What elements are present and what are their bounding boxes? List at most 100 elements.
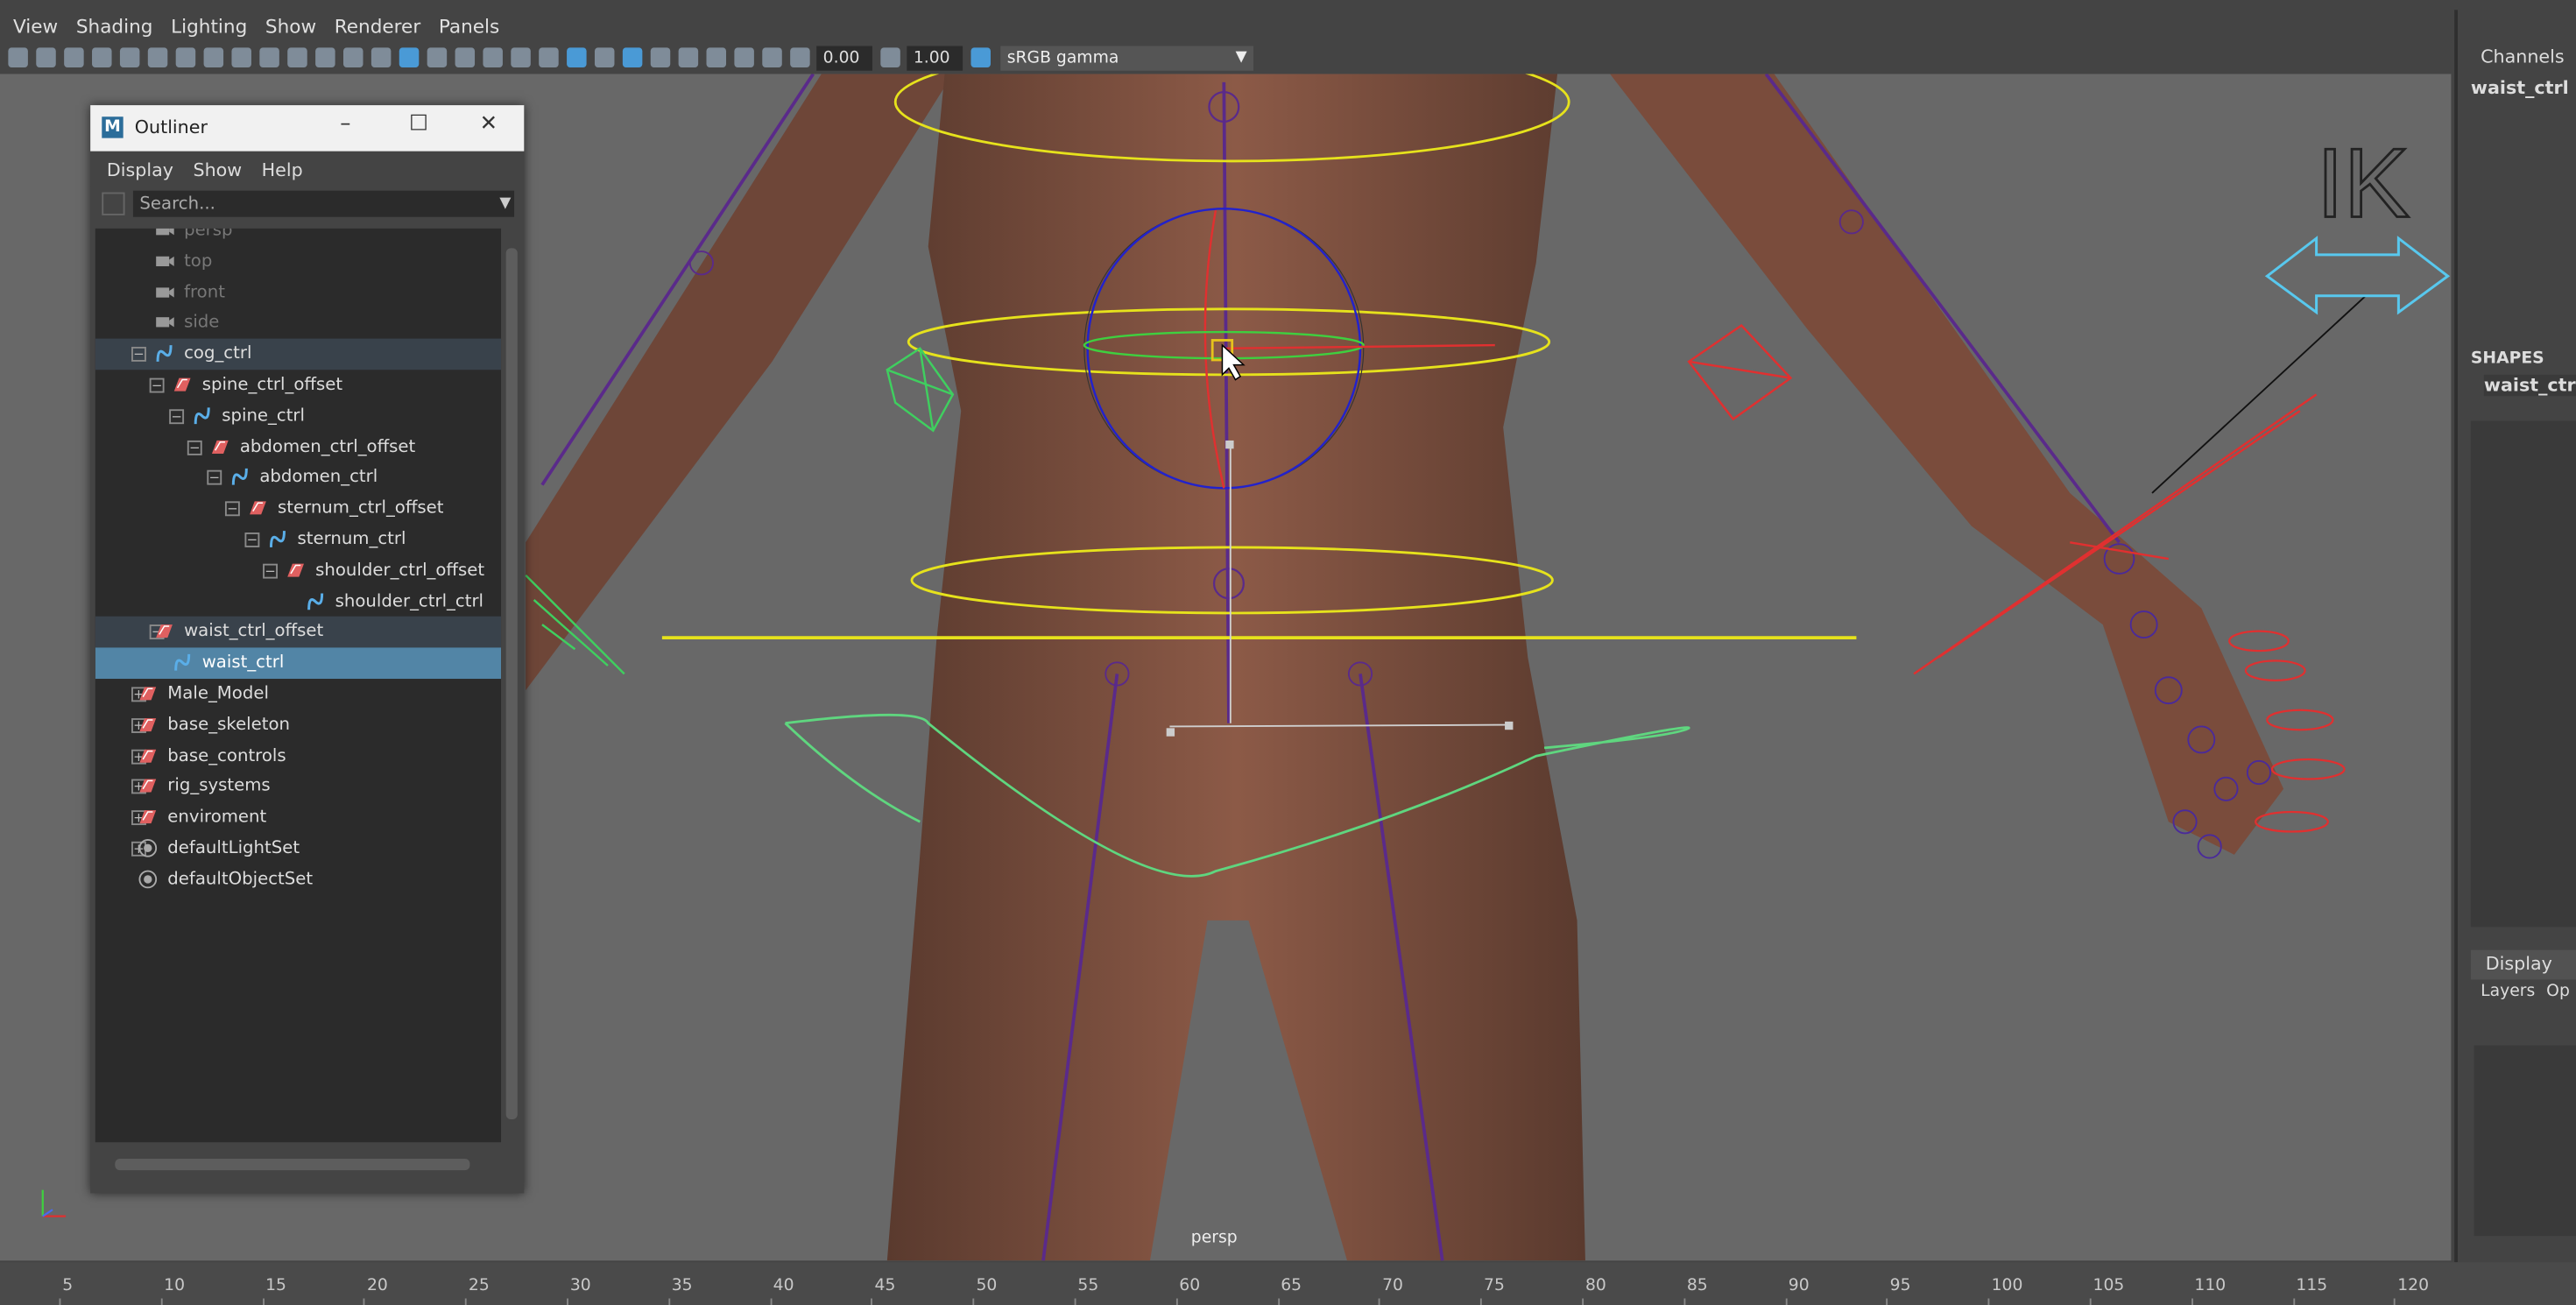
menu-view[interactable]: View: [13, 15, 58, 38]
outliner-item[interactable]: − cog_ctrl: [95, 338, 502, 370]
2d-pan-icon[interactable]: [119, 47, 140, 67]
camera-attributes-icon[interactable]: [36, 47, 56, 67]
display-tab[interactable]: Display: [2470, 949, 2576, 980]
minimize-button[interactable]: –: [340, 112, 350, 137]
ik-switch-line: [2151, 295, 2367, 494]
shadows-icon[interactable]: [539, 47, 559, 67]
exposure-field[interactable]: 0.00: [816, 45, 872, 70]
outliner-menu-show[interactable]: Show: [193, 159, 242, 180]
outliner-item[interactable]: front: [95, 277, 501, 308]
exposure-icon[interactable]: [790, 47, 810, 67]
grease-pencil-icon[interactable]: [147, 47, 168, 67]
outliner-titlebar[interactable]: M Outliner – ☐ ✕: [90, 105, 525, 152]
collapse-icon[interactable]: −: [263, 563, 278, 579]
motion-blur-icon[interactable]: [594, 47, 615, 67]
safe-title-icon[interactable]: [343, 47, 363, 67]
outliner-item[interactable]: + base_controls: [95, 741, 501, 772]
shape-name[interactable]: waist_ctrlS: [2483, 374, 2576, 397]
menu-lighting[interactable]: Lighting: [171, 15, 247, 38]
maximize-button[interactable]: ☐: [409, 112, 428, 137]
outliner-item[interactable]: − abdomen_ctrl: [95, 462, 501, 494]
close-button[interactable]: ✕: [480, 112, 498, 137]
channel-object-name[interactable]: waist_ctrl: [2471, 77, 2569, 98]
textured-icon[interactable]: [483, 47, 503, 67]
gamma-icon[interactable]: [880, 47, 900, 67]
search-options-icon[interactable]: ▼: [499, 195, 511, 212]
smooth-shade-icon[interactable]: [399, 47, 420, 67]
collapse-icon[interactable]: −: [187, 440, 202, 455]
outliner-item[interactable]: + rig_systems: [95, 772, 501, 803]
depth-of-field-icon[interactable]: [650, 47, 671, 67]
outliner-item[interactable]: − sternum_ctrl: [95, 525, 501, 556]
isolate-select-icon[interactable]: [678, 47, 699, 67]
image-plane-icon[interactable]: [92, 47, 112, 67]
wireframe-icon[interactable]: [371, 47, 392, 67]
resolution-gate-icon[interactable]: [231, 47, 251, 67]
outliner-item[interactable]: persp: [95, 228, 501, 247]
layers-menu[interactable]: Layers: [2481, 983, 2535, 1001]
layer-list[interactable]: [2474, 1045, 2576, 1237]
gate-mask-icon[interactable]: [259, 47, 279, 67]
xray-components-icon[interactable]: [762, 47, 782, 67]
collapse-icon[interactable]: −: [244, 533, 260, 547]
select-camera-icon[interactable]: [8, 47, 28, 67]
outliner-item[interactable]: − spine_ctrl: [95, 401, 501, 433]
color-space-dropdown[interactable]: sRGB gamma ▼: [1000, 45, 1254, 70]
collapse-icon[interactable]: −: [169, 408, 185, 424]
collapse-icon[interactable]: −: [207, 470, 222, 486]
outliner-item[interactable]: + defaultLightSet: [95, 833, 501, 864]
collapse-icon[interactable]: −: [131, 347, 146, 363]
gamma-field[interactable]: 1.00: [907, 45, 963, 70]
xray-icon[interactable]: [706, 47, 727, 67]
outliner-item[interactable]: − shoulder_ctrl_offset: [95, 555, 501, 587]
filter-icon[interactable]: [102, 192, 125, 215]
outliner-item[interactable]: − waist_ctrl_offset: [95, 617, 502, 649]
outliner-item[interactable]: top: [95, 246, 501, 278]
outliner-item[interactable]: + Male_Model: [95, 679, 501, 710]
outliner-vscrollbar[interactable]: [502, 228, 519, 1143]
outliner-menu-display[interactable]: Display: [107, 159, 173, 180]
outliner-item[interactable]: + base_skeleton: [95, 709, 501, 741]
outliner-menu-help[interactable]: Help: [262, 159, 303, 180]
outliner-item[interactable]: − spine_ctrl_offset: [95, 370, 501, 401]
timeline-tick-label: 120: [2397, 1277, 2430, 1295]
safe-action-icon[interactable]: [315, 47, 335, 67]
outliner-item[interactable]: waist_ctrl: [95, 647, 502, 680]
menu-panels[interactable]: Panels: [439, 15, 499, 38]
time-slider[interactable]: 5 10 15 20 25 30 35 40 45 50 55 60 65 70 75 80 85 90 95 100…: [0, 1262, 2576, 1305]
timeline-tick: [1480, 1298, 1483, 1305]
bookmark-icon[interactable]: [64, 47, 84, 67]
channels-header[interactable]: Channels: [2481, 46, 2564, 67]
vscroll-thumb[interactable]: [505, 248, 518, 1119]
outliner-hscrollbar[interactable]: [95, 1155, 501, 1172]
collapse-icon[interactable]: −: [149, 377, 165, 393]
outliner-item[interactable]: shoulder_ctrl_ctrl: [95, 586, 501, 617]
xray-joints-icon[interactable]: [734, 47, 754, 67]
outliner-tree[interactable]: persp top front side − cog_ctrl − spine_ctrl_of…: [95, 228, 502, 1143]
field-chart-icon[interactable]: [287, 47, 307, 67]
menu-shading[interactable]: Shading: [76, 15, 153, 38]
color-management-icon[interactable]: [970, 47, 991, 67]
menu-renderer[interactable]: Renderer: [335, 15, 420, 38]
options-menu[interactable]: Op: [2546, 983, 2570, 1001]
channel-attributes-area[interactable]: [2470, 420, 2576, 928]
collapse-icon[interactable]: −: [224, 501, 240, 517]
transform-group-icon: [154, 622, 174, 642]
anti-aliasing-icon[interactable]: [622, 47, 643, 67]
timeline-tick-label: 5: [62, 1277, 74, 1295]
outliner-item[interactable]: + enviroment: [95, 802, 501, 834]
default-material-icon[interactable]: [427, 47, 448, 67]
outliner-item[interactable]: − sternum_ctrl_offset: [95, 493, 501, 525]
outliner-item[interactable]: − abdomen_ctrl_offset: [95, 432, 501, 463]
screen-space-ao-icon[interactable]: [567, 47, 587, 67]
outliner-item[interactable]: side: [95, 308, 501, 340]
grid-icon[interactable]: [175, 47, 196, 67]
outliner-item-label: persp: [184, 228, 233, 240]
hscroll-thumb[interactable]: [115, 1159, 470, 1171]
search-input[interactable]: Search...: [132, 190, 515, 217]
menu-show[interactable]: Show: [265, 15, 316, 38]
outliner-item[interactable]: defaultObjectSet: [95, 864, 501, 896]
lighting-icon[interactable]: [511, 47, 531, 67]
wireframe-on-shaded-icon[interactable]: [455, 47, 476, 67]
film-gate-icon[interactable]: [203, 47, 224, 67]
